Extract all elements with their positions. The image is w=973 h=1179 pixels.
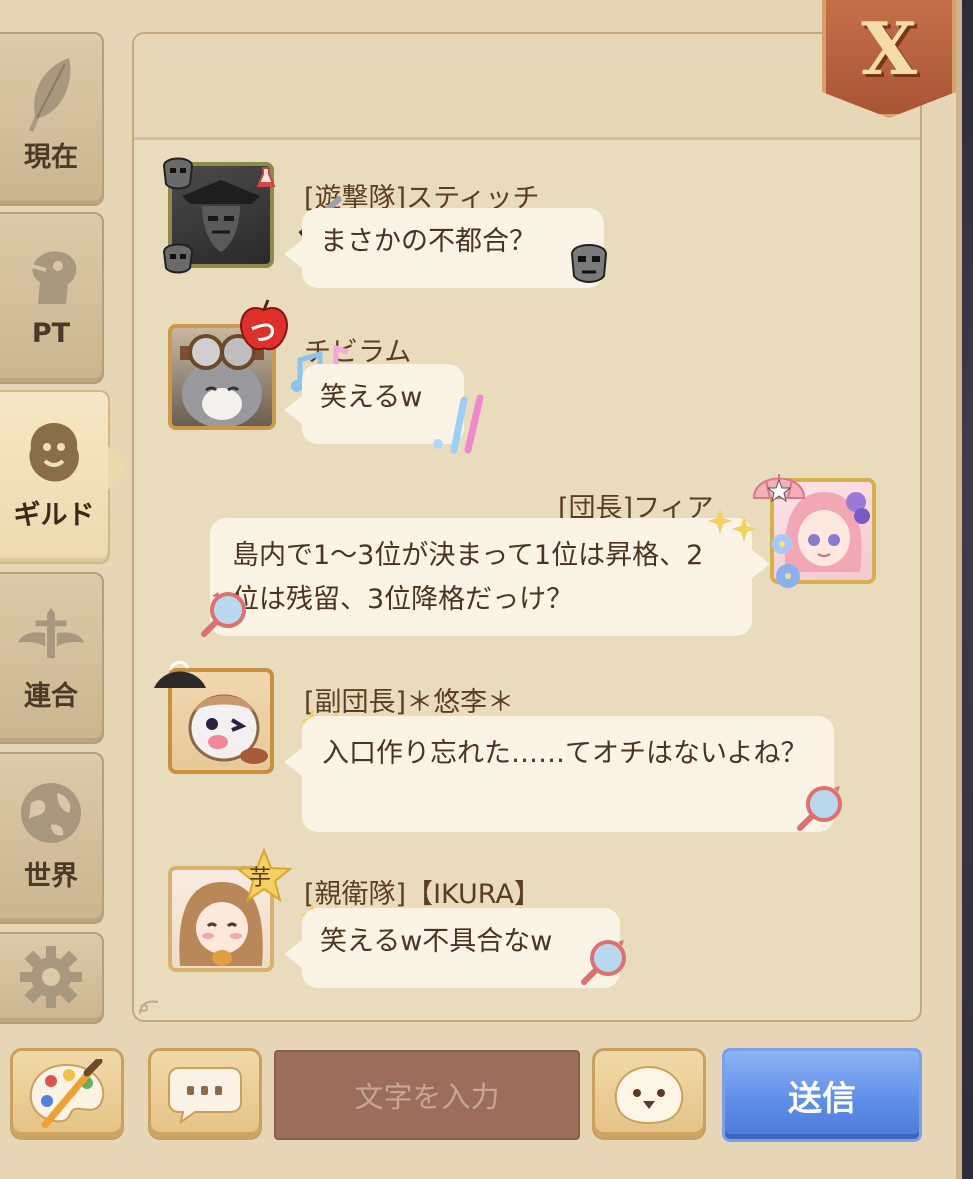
chat-channel-button[interactable] [148,1048,262,1140]
horse-head-icon [16,242,86,312]
message-bubble: 入口作り忘れた……てオチはないよね？ [284,716,834,832]
gear-icon [16,942,86,1012]
smiley-face-icon [614,1065,684,1125]
skull-mask-icon [162,243,194,274]
tab-guild-label: ギルド [13,499,95,531]
tab-world-label: 世界 [24,860,78,892]
tab-guild[interactable]: ギルド [0,390,128,564]
tab-party[interactable]: PT [0,212,104,384]
tab-party-label: PT [31,317,71,349]
tab-current[interactable]: 現在 [0,32,104,206]
palette-icon [29,1059,105,1129]
potion-flask-icon [256,167,276,187]
chat-panel-header [134,34,920,140]
star-badge-label: 芋 [249,866,272,891]
tab-settings[interactable] [0,932,104,1024]
tab-alliance-label: 連合 [24,680,78,712]
hand-mirror-icon [201,592,246,637]
feather-icon [16,57,86,132]
pirate-hat-icon [154,660,206,688]
tab-world[interactable]: 世界 [0,752,104,924]
skull-mask-icon [162,157,194,190]
apple-badge-label: つ [250,318,277,348]
blue-flowers-icon [772,534,800,588]
hand-mirror-icon [797,786,842,831]
emoji-button[interactable] [592,1048,706,1140]
winged-sword-icon [16,598,86,668]
close-icon: X [861,5,917,91]
shell-icon [752,474,806,503]
lion-crest-icon [19,417,89,487]
speech-bubble-icon [168,1067,242,1125]
tab-alliance[interactable]: 連合 [0,572,104,744]
skull-mask-icon [570,244,608,283]
hand-mirror-icon [581,940,626,985]
message-bubble: 笑えるw不具合なw [284,908,620,988]
send-button-label: 送信 [788,1078,856,1119]
tab-current-label: 現在 [24,141,78,173]
message-input[interactable]: 文字を入力 [274,1050,580,1140]
sparkles-icon [708,508,756,542]
corner-ornament [139,1000,159,1015]
background-edge [962,0,973,1179]
message-input-placeholder: 文字を入力 [354,1080,500,1114]
send-button[interactable]: 送信 [722,1048,922,1142]
message-bubble: まさかの不都合？ [284,208,604,288]
globe-icon [16,778,86,848]
palette-button[interactable] [10,1048,124,1140]
glowsticks-icon [433,394,484,454]
message-bubble: 島内で1～3位が決まって1位は昇格、2位は残留、3位降格だっけ？ [210,518,770,636]
